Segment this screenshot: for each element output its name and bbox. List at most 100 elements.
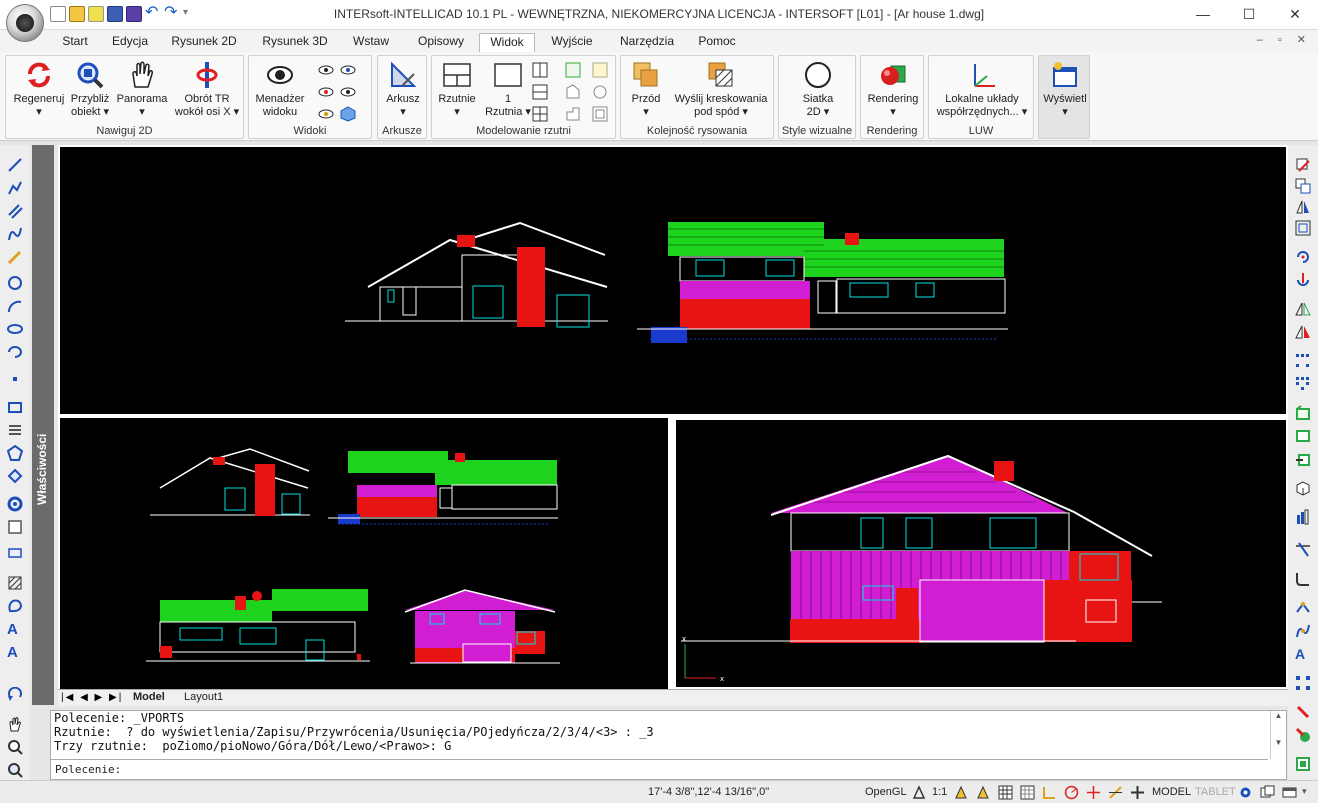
restore-view-icon[interactable]: [318, 84, 334, 100]
save-view-icon[interactable]: [340, 62, 356, 78]
annotation-scale-icon[interactable]: [912, 785, 927, 800]
polygon-tool-icon[interactable]: [7, 445, 23, 461]
tablet-toggle[interactable]: TABLET: [1195, 786, 1236, 798]
drawing-area[interactable]: x x: [58, 145, 1288, 689]
vp-lock-icon[interactable]: [592, 62, 608, 78]
auto-scale-icon[interactable]: [976, 785, 991, 800]
layout-nav-buttons[interactable]: |◀ ◀ ▶ ▶|: [61, 692, 123, 703]
tab-widok[interactable]: Widok: [479, 33, 535, 52]
view-manager-button[interactable]: Menadżer widoku: [251, 60, 309, 119]
model-space-toggle[interactable]: MODEL: [1152, 786, 1191, 798]
polar-tracking-icon[interactable]: [1064, 785, 1079, 800]
camera-view-icon[interactable]: [318, 106, 334, 122]
region-tool-icon[interactable]: [7, 468, 23, 484]
rotate-tool-icon[interactable]: [1295, 249, 1311, 265]
line-tool-icon[interactable]: [7, 157, 23, 173]
erase-tool-icon[interactable]: [1295, 157, 1311, 173]
tab-rysunek-2d[interactable]: Rysunek 2D: [163, 33, 245, 52]
ellipse-arc-tool-icon[interactable]: [7, 344, 23, 360]
rotate3d-tool-icon[interactable]: [1295, 272, 1311, 288]
scale-indicator[interactable]: 1:1: [932, 786, 947, 798]
array-rect-icon[interactable]: [1295, 353, 1311, 369]
snap-mode-icon[interactable]: [998, 785, 1013, 800]
vp-four-icon[interactable]: [532, 106, 548, 122]
hatch-tool-icon[interactable]: [7, 575, 23, 591]
bring-front-button[interactable]: Przód ▾: [623, 60, 669, 119]
tab-rysunek-3d[interactable]: Rysunek 3D: [254, 33, 336, 52]
grid-2d-button[interactable]: Siatka 2D ▾: [781, 60, 855, 119]
orbit-x-button[interactable]: Obrót TR wokół osi X ▾: [169, 60, 245, 119]
tab-model[interactable]: Model: [133, 691, 165, 703]
wipeout-tool-icon[interactable]: [7, 519, 23, 535]
status-more-icon[interactable]: ▾: [1302, 786, 1307, 797]
settings-gear-icon[interactable]: [1238, 785, 1253, 800]
mirror-tool-icon[interactable]: [1295, 199, 1311, 215]
vp-polygon-icon[interactable]: [565, 84, 581, 100]
tab-layout1[interactable]: Layout1: [184, 691, 223, 703]
close-button[interactable]: ✕: [1272, 0, 1318, 30]
vp-two-vertical-icon[interactable]: [532, 62, 548, 78]
fillet-tool-icon[interactable]: [1295, 571, 1311, 587]
array-polar-icon[interactable]: [1295, 376, 1311, 392]
opengl-indicator[interactable]: OpenGL: [865, 786, 907, 798]
lengthen-tool-icon[interactable]: [1295, 509, 1311, 525]
vp-object-icon[interactable]: [592, 84, 608, 100]
pan-tool-icon[interactable]: [7, 716, 23, 732]
mirror3d-tool-icon[interactable]: [1295, 301, 1311, 317]
box3d-tool-icon[interactable]: [1295, 480, 1311, 496]
zoom-object-button[interactable]: Przybliż obiekt ▾: [64, 60, 116, 119]
regenerate-button[interactable]: Regeneruj ▾: [9, 60, 69, 119]
viewport-bottom-right[interactable]: x x: [676, 420, 1286, 687]
tab-pomoc[interactable]: Pomoc: [690, 33, 744, 52]
ellipse-tool-icon[interactable]: [7, 321, 23, 337]
vp-maximize-icon[interactable]: [592, 106, 608, 122]
polyline-tool-icon[interactable]: [7, 180, 23, 196]
rendering-button[interactable]: Rendering ▾: [863, 60, 923, 119]
trim-tool-icon[interactable]: [1295, 542, 1311, 558]
viewport-top[interactable]: [60, 147, 1286, 414]
named-view-icon[interactable]: [318, 62, 334, 78]
edit-spline-icon[interactable]: [1295, 623, 1311, 639]
move-tool-icon[interactable]: [1295, 405, 1311, 421]
minimize-button[interactable]: —: [1180, 0, 1226, 30]
scale-tool-icon[interactable]: [1295, 451, 1311, 467]
stretch-tool-icon[interactable]: [1295, 428, 1311, 444]
properties-paint-icon[interactable]: [1295, 704, 1311, 720]
zoom-tool-icon[interactable]: [7, 739, 23, 755]
tab-narzedzia[interactable]: Narzędzia: [612, 33, 682, 52]
command-scrollbar[interactable]: ▲ ▼: [1270, 711, 1286, 759]
zoom-window-icon[interactable]: [7, 762, 23, 778]
spline-tool-icon[interactable]: [7, 226, 23, 242]
edit-text-icon[interactable]: A: [1295, 646, 1311, 662]
command-input[interactable]: Polecenie:: [51, 759, 1268, 779]
tab-wyjscie[interactable]: Wyjście: [544, 33, 600, 52]
tab-start[interactable]: Start: [52, 33, 98, 52]
parallel-line-icon[interactable]: [7, 203, 23, 219]
vp-two-horizontal-icon[interactable]: [532, 84, 548, 100]
properties-panel-tab[interactable]: Właściwości: [32, 145, 54, 705]
mirror-copy-icon[interactable]: [1295, 324, 1311, 340]
cube-view-icon[interactable]: [340, 106, 356, 122]
text-tool-icon[interactable]: A: [7, 644, 23, 661]
vp-join-icon[interactable]: [565, 106, 581, 122]
delete-view-icon[interactable]: [340, 84, 356, 100]
viewports-button[interactable]: Rzutnie ▾: [434, 60, 480, 119]
offset-tool-icon[interactable]: [1295, 220, 1311, 236]
explode-tool-icon[interactable]: [1295, 675, 1311, 691]
match-properties-icon[interactable]: [1295, 727, 1311, 743]
pan-button[interactable]: Panorama ▾: [114, 60, 170, 119]
single-viewport-button[interactable]: 1 Rzutnia ▾: [484, 60, 532, 119]
point-tool-icon[interactable]: [7, 371, 23, 387]
annotation-visibility-icon[interactable]: [954, 785, 969, 800]
viewport-bottom-left[interactable]: [60, 418, 668, 689]
app-menu-button[interactable]: [6, 4, 44, 42]
display-button[interactable]: Wyświetl ▾: [1040, 60, 1090, 119]
arc-tool-icon[interactable]: [7, 298, 23, 314]
status-menu-icon[interactable]: [1282, 785, 1297, 800]
layer-states-icon[interactable]: [1295, 756, 1311, 772]
multiline-text-icon[interactable]: A: [7, 621, 23, 638]
freehand-tool-icon[interactable]: [7, 249, 23, 265]
grid-mode-icon[interactable]: [1020, 785, 1035, 800]
tab-edycja[interactable]: Edycja: [104, 33, 156, 52]
multiline-tool-icon[interactable]: [7, 422, 23, 438]
